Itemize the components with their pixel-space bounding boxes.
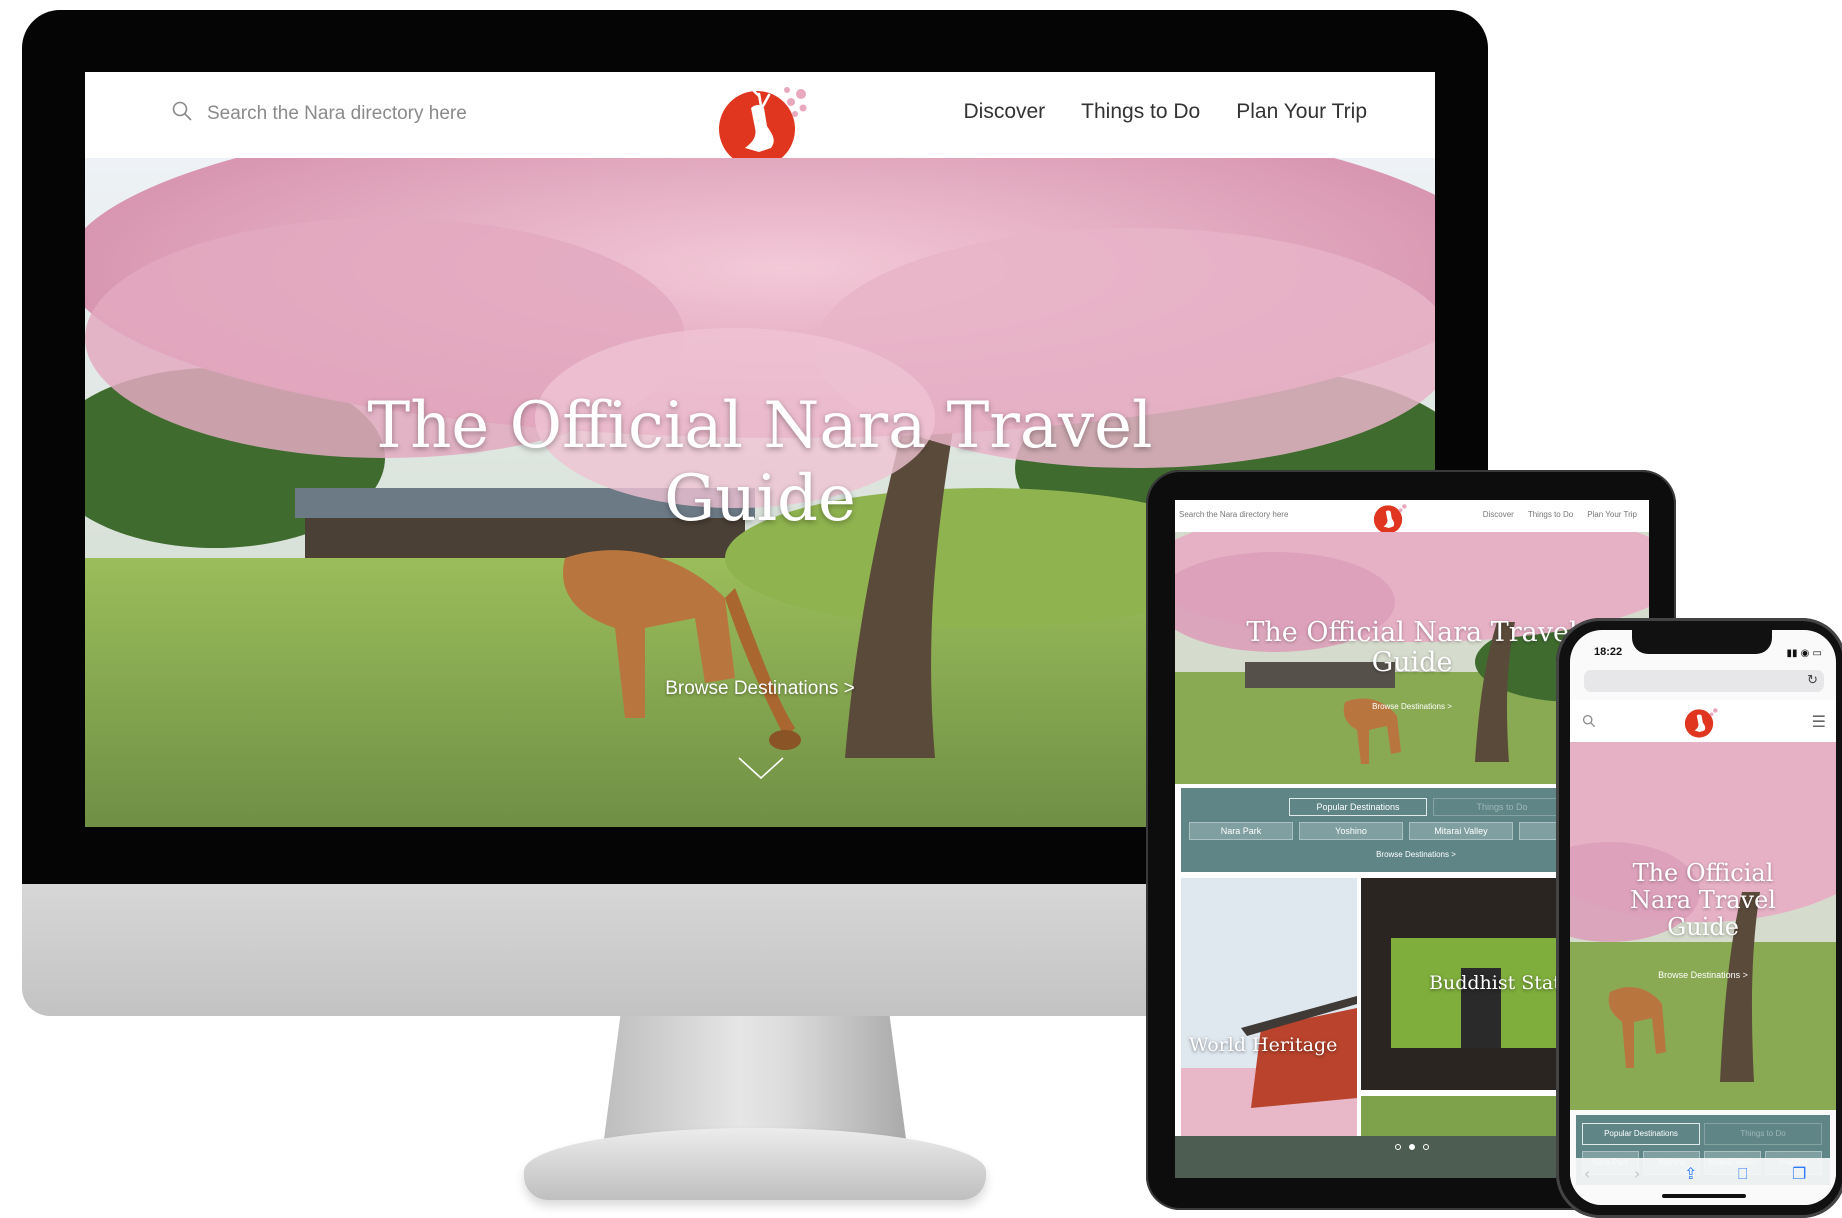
carousel-dot[interactable]: [1423, 1144, 1429, 1150]
back-icon[interactable]: ‹: [1584, 1164, 1590, 1183]
monitor-base: [524, 1128, 986, 1200]
destination-mitarai-valley[interactable]: Mitarai Valley: [1409, 822, 1513, 840]
tablet-search-input[interactable]: Search the Nara directory here: [1179, 510, 1288, 519]
nav-plan-your-trip[interactable]: Plan Your Trip: [1236, 100, 1367, 124]
desktop-search[interactable]: [171, 100, 529, 127]
deer-logo-icon[interactable]: [717, 82, 813, 168]
phone-notch: [1632, 630, 1772, 654]
hero-title-line-2: Nara Travel: [1630, 885, 1776, 914]
tabs: Popular Destinations Things to Do: [1289, 798, 1571, 816]
hamburger-menu-icon[interactable]: ☰: [1812, 712, 1826, 731]
card-title: World Heritage: [1189, 1034, 1338, 1056]
carousel-dot[interactable]: [1395, 1144, 1401, 1150]
destination-nara-park[interactable]: Nara Park: [1189, 822, 1293, 840]
phone-header: ☰: [1570, 700, 1836, 742]
tab-things-to-do[interactable]: Things to Do: [1433, 798, 1571, 816]
nav-plan-your-trip[interactable]: Plan Your Trip: [1587, 510, 1637, 519]
forward-icon[interactable]: ›: [1634, 1164, 1640, 1183]
tab-popular-destinations[interactable]: Popular Destinations: [1289, 798, 1427, 816]
phone-screen: 18:22 ▮▮ ◉ ▭ ↻ ☰ The Official Nara Trave…: [1570, 630, 1836, 1205]
deer-logo-icon[interactable]: [1373, 502, 1409, 536]
nav-things-to-do[interactable]: Things to Do: [1081, 100, 1200, 124]
tab-things-to-do[interactable]: Things to Do: [1704, 1123, 1822, 1145]
deer-logo-icon[interactable]: [1684, 706, 1720, 743]
url-bar[interactable]: ↻: [1584, 670, 1824, 692]
browse-destinations-link[interactable]: Browse Destinations >: [1570, 970, 1836, 980]
tab-popular-destinations[interactable]: Popular Destinations: [1582, 1123, 1700, 1145]
signal-battery-icon: ▮▮ ◉ ▭: [1786, 648, 1822, 659]
hero-title-line-1: The Official: [1632, 859, 1774, 887]
tablet-nav: Discover Things to Do Plan Your Trip: [1483, 510, 1637, 519]
share-icon[interactable]: ⇪: [1684, 1164, 1697, 1183]
tabs: Popular Destinations Things to Do: [1582, 1123, 1822, 1145]
destination-yoshino[interactable]: Yoshino: [1299, 822, 1403, 840]
card-world-heritage[interactable]: World Heritage: [1181, 878, 1357, 1136]
hero-title-line-1: The Official Nara Travel: [367, 389, 1153, 463]
bookmarks-icon[interactable]: ⎕: [1738, 1164, 1748, 1184]
home-indicator: [1662, 1194, 1746, 1198]
main-nav: Discover Things to Do Plan Your Trip: [963, 100, 1367, 124]
search-icon[interactable]: [171, 100, 193, 127]
desktop-header: Discover Things to Do Plan Your Trip: [85, 72, 1435, 167]
reload-icon[interactable]: ↻: [1807, 673, 1818, 688]
tabs-icon[interactable]: ❐: [1792, 1164, 1806, 1183]
nav-discover[interactable]: Discover: [963, 100, 1045, 124]
nav-discover[interactable]: Discover: [1483, 510, 1514, 519]
hero-title-line-3: Guide: [1667, 912, 1739, 941]
search-icon[interactable]: [1582, 714, 1596, 733]
tablet-header: Search the Nara directory here Discover …: [1175, 500, 1649, 534]
hero-title: The Official Nara Travel Guide: [1570, 860, 1836, 941]
search-input[interactable]: [205, 101, 529, 126]
carousel-dot-active[interactable]: [1409, 1144, 1415, 1150]
phone-hero: The Official Nara Travel Guide Browse De…: [1570, 742, 1836, 1110]
status-time: 18:22: [1594, 646, 1623, 658]
nav-things-to-do[interactable]: Things to Do: [1528, 510, 1573, 519]
card-image: [1181, 878, 1357, 1136]
carousel-dots: [1395, 1144, 1429, 1150]
